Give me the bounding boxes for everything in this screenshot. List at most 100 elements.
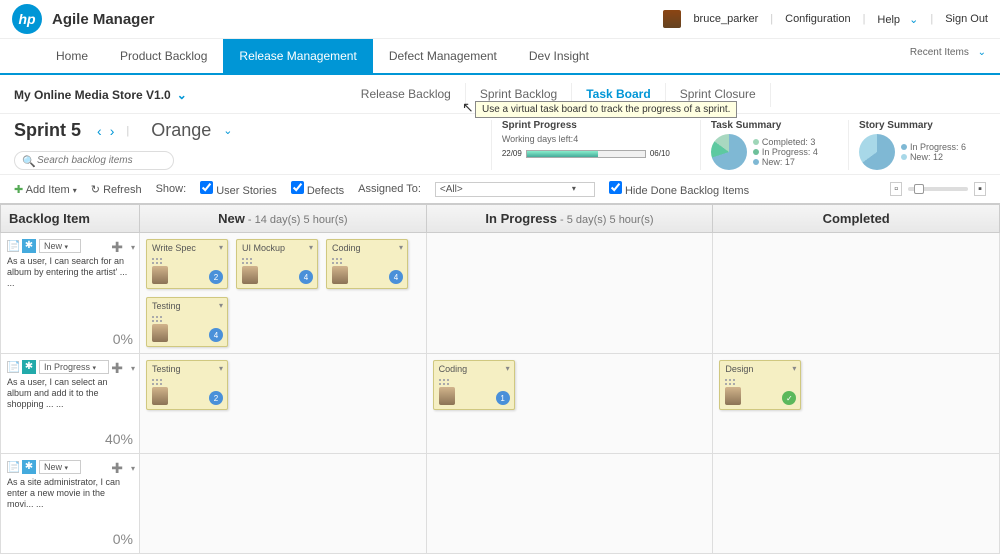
card-badge: 2 [209, 391, 223, 405]
in-progress-cell[interactable] [427, 233, 714, 354]
backlog-item-cell: 📄 ✱ New ▾ ✚ ▾ As a user, I can search fo… [0, 233, 140, 354]
backlog-menu-icon[interactable]: ▾ [131, 243, 135, 252]
subnav-row: My Online Media Store V1.0⌄ Release Back… [0, 75, 1000, 114]
card-menu-icon[interactable]: ▾ [219, 301, 223, 310]
task-card[interactable]: Testing ▾ 4 [146, 297, 228, 347]
card-drag-icon [152, 379, 162, 387]
backlog-menu-icon[interactable]: ▾ [131, 364, 135, 373]
search-icon: 🔍 [22, 155, 36, 168]
search-input[interactable] [14, 151, 174, 170]
card-menu-icon[interactable]: ▾ [399, 243, 403, 252]
backlog-item-cell: 📄 ✱ New ▾ ✚ ▾ As a site administrator, I… [0, 454, 140, 554]
cursor-icon: ↖ [462, 99, 474, 116]
card-badge: 1 [496, 391, 510, 405]
sprint-progress-widget: Sprint Progress Working days left:4 22/0… [491, 120, 680, 170]
backlog-item-icon: 📄 [7, 240, 19, 252]
new-cell[interactable]: Testing ▾ 2 [140, 354, 427, 454]
assignee-avatar-icon [332, 266, 348, 284]
assignee-avatar-icon [725, 387, 741, 405]
task-board: Backlog Item New - 14 day(s) 5 hour(s) I… [0, 204, 1000, 554]
story-summary-widget: Story Summary In Progress: 6 New: 12 [848, 120, 976, 170]
backlog-progress-pct: 0% [113, 331, 133, 347]
card-menu-icon[interactable]: ▾ [506, 364, 510, 373]
completed-cell[interactable] [713, 454, 1000, 554]
card-drag-icon [439, 379, 449, 387]
nav-home[interactable]: Home [40, 39, 104, 73]
subtab-release-backlog[interactable]: Release Backlog [347, 83, 466, 107]
sprint-next-icon[interactable]: › [110, 123, 115, 139]
user-stories-checkbox[interactable]: User Stories [200, 181, 277, 197]
zoom-out-icon[interactable]: ▫ [890, 182, 902, 196]
sprint-row: Sprint 5 ‹ › | Orange ⌄ 🔍 Sprint Progres… [0, 114, 1000, 174]
task-board-tooltip: Use a virtual task board to track the pr… [475, 101, 737, 118]
hp-logo-icon: hp [12, 4, 42, 34]
backlog-progress-pct: 40% [105, 431, 133, 447]
user-name-link[interactable]: bruce_parker [693, 13, 758, 25]
task-card[interactable]: UI Mockup ▾ 4 [236, 239, 318, 289]
backlog-menu-icon[interactable]: ▾ [131, 464, 135, 473]
card-title: Testing [152, 301, 222, 311]
in-progress-cell[interactable]: Coding ▾ 1 [427, 354, 714, 454]
card-badge: 4 [299, 270, 313, 284]
assigned-to-select[interactable]: <All> ▾ [435, 182, 595, 197]
app-header: hp Agile Manager bruce_parker | Configur… [0, 0, 1000, 39]
in-progress-cell[interactable] [427, 454, 714, 554]
add-task-icon[interactable]: ✚ [111, 460, 123, 477]
configuration-link[interactable]: Configuration [785, 13, 850, 25]
assignee-avatar-icon [152, 387, 168, 405]
task-card[interactable]: Design ▾ ✓ [719, 360, 801, 410]
col-completed: Completed [713, 204, 1000, 233]
sprint-prev-icon[interactable]: ‹ [97, 123, 102, 139]
assignee-avatar-icon [152, 324, 168, 342]
add-task-icon[interactable]: ✚ [111, 239, 123, 256]
defects-checkbox[interactable]: Defects [291, 181, 344, 197]
project-selector[interactable]: My Online Media Store V1.0⌄ [14, 88, 187, 102]
backlog-item-icon: 📄 [7, 361, 19, 373]
task-card[interactable]: Coding ▾ 1 [433, 360, 515, 410]
status-icon: ✱ [22, 360, 36, 374]
card-drag-icon [725, 379, 735, 387]
recent-items-link[interactable]: Recent Items ⌄ [910, 47, 986, 58]
hide-done-checkbox[interactable]: Hide Done Backlog Items [609, 181, 749, 197]
nav-product-backlog[interactable]: Product Backlog [104, 39, 223, 73]
nav-defect-management[interactable]: Defect Management [373, 39, 513, 73]
help-link[interactable]: Help ⌄ [877, 13, 918, 26]
status-select[interactable]: New ▾ [39, 460, 81, 474]
status-select[interactable]: New ▾ [39, 239, 81, 253]
col-new: New - 14 day(s) 5 hour(s) [140, 204, 427, 233]
assignee-avatar-icon [242, 266, 258, 284]
card-menu-icon[interactable]: ▾ [309, 243, 313, 252]
task-card[interactable]: Write Spec ▾ 2 [146, 239, 228, 289]
new-cell[interactable]: Write Spec ▾ 2 UI Mockup ▾ 4 Coding ▾ 4 … [140, 233, 427, 354]
backlog-description: As a user, I can search for an album by … [7, 256, 133, 288]
zoom-in-icon[interactable]: ▪ [974, 182, 986, 196]
card-badge: 4 [209, 328, 223, 342]
task-card[interactable]: Coding ▾ 4 [326, 239, 408, 289]
card-menu-icon[interactable]: ▾ [792, 364, 796, 373]
main-nav: Home Product Backlog Release Management … [0, 39, 1000, 75]
refresh-button[interactable]: ↻ Refresh [91, 183, 142, 196]
nav-dev-insight[interactable]: Dev Insight [513, 39, 605, 73]
card-title: Coding [332, 243, 402, 253]
card-menu-icon[interactable]: ▾ [219, 243, 223, 252]
backlog-progress-pct: 0% [113, 531, 133, 547]
status-select[interactable]: In Progress ▾ [39, 360, 109, 374]
task-summary-widget: Task Summary Completed: 3 In Progress: 4… [700, 120, 828, 170]
backlog-item-icon: 📄 [7, 461, 19, 473]
completed-cell[interactable]: Design ▾ ✓ [713, 354, 1000, 454]
task-card[interactable]: Testing ▾ 2 [146, 360, 228, 410]
card-drag-icon [152, 316, 162, 324]
new-cell[interactable] [140, 454, 427, 554]
add-item-button[interactable]: ✚ Add Item ▾ [14, 183, 77, 196]
card-menu-icon[interactable]: ▾ [219, 364, 223, 373]
zoom-slider[interactable] [908, 187, 968, 191]
card-drag-icon [332, 258, 342, 266]
sign-out-link[interactable]: Sign Out [945, 13, 988, 25]
completed-cell[interactable] [713, 233, 1000, 354]
card-drag-icon [242, 258, 252, 266]
team-dropdown-icon[interactable]: ⌄ [223, 124, 232, 137]
nav-release-management[interactable]: Release Management [223, 39, 372, 73]
user-avatar-icon[interactable] [663, 10, 681, 28]
col-backlog-item: Backlog Item [0, 204, 140, 233]
add-task-icon[interactable]: ✚ [111, 360, 123, 377]
